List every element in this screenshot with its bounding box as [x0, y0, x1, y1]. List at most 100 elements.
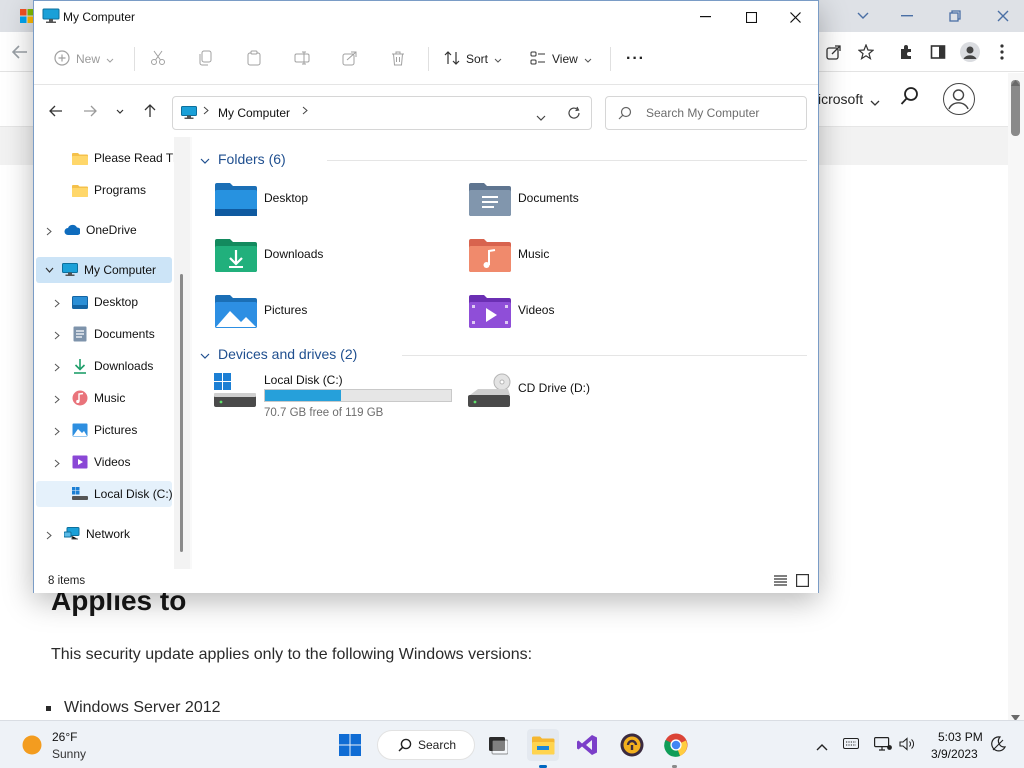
paste-button[interactable] [246, 47, 262, 71]
view-button[interactable]: View [530, 47, 592, 71]
expand-chevron-icon[interactable] [50, 424, 64, 438]
drive-tile-cd-drive[interactable]: CD Drive (D:) [468, 373, 668, 423]
nav-item-videos[interactable]: Videos [72, 449, 174, 475]
weather-sun-icon[interactable] [22, 735, 42, 758]
more-options-button[interactable]: ··· [626, 47, 645, 71]
nav-item-label: Videos [94, 455, 131, 469]
address-bar[interactable]: My Computer [172, 96, 592, 130]
collapse-chevron-icon[interactable] [42, 263, 56, 277]
folders-group-label: Folders (6) [218, 151, 286, 167]
nav-item-onedrive[interactable]: OneDrive [62, 217, 174, 243]
forward-arrow-icon[interactable] [80, 101, 100, 121]
expand-chevron-icon[interactable] [50, 456, 64, 470]
delete-button[interactable] [390, 47, 406, 71]
weather-temperature[interactable]: 26°F [52, 730, 77, 744]
expand-chevron-icon[interactable] [42, 224, 56, 238]
cut-button[interactable] [150, 47, 166, 71]
browser-minimize-button[interactable] [882, 0, 932, 32]
nav-item-network[interactable]: Network [62, 521, 174, 547]
minimize-button[interactable] [682, 1, 728, 33]
nav-item-downloads[interactable]: Downloads [72, 353, 174, 379]
rename-button[interactable] [294, 47, 310, 71]
taskbar-search-button[interactable]: Search [377, 730, 475, 760]
visual-studio-icon[interactable] [571, 729, 603, 761]
keyboard-icon[interactable] [843, 738, 859, 752]
breadcrumb-my-computer[interactable]: My Computer [218, 106, 290, 120]
folder-tile-downloads[interactable]: Downloads [214, 237, 454, 281]
bookmark-star-icon[interactable] [854, 40, 878, 64]
expand-chevron-icon[interactable] [50, 360, 64, 374]
nav-scrollbar[interactable] [174, 137, 190, 569]
expand-chevron-icon[interactable] [50, 296, 64, 310]
close-button[interactable] [772, 1, 818, 33]
folder-tile-music[interactable]: Music [468, 237, 708, 281]
back-arrow-icon[interactable] [46, 101, 66, 121]
recent-locations-chevron-icon[interactable] [110, 101, 130, 121]
share-button[interactable] [342, 47, 358, 71]
folder-tile-pictures[interactable]: Pictures [214, 293, 454, 337]
expand-chevron-icon[interactable] [42, 528, 56, 542]
nav-item-desktop[interactable]: Desktop [72, 289, 174, 315]
drive-tile-local-disk[interactable]: Local Disk (C:) 70.7 GB free of 119 GB [214, 373, 454, 423]
clock-date[interactable]: 3/9/2023 [931, 747, 978, 761]
nav-item-programs[interactable]: Programs [72, 177, 174, 203]
up-arrow-icon[interactable] [140, 101, 160, 121]
show-hidden-icons-chevron-icon[interactable] [816, 740, 828, 754]
tab-search-chevron-icon[interactable] [838, 0, 888, 32]
expand-chevron-icon[interactable] [50, 392, 64, 406]
sort-button[interactable]: Sort [444, 47, 502, 71]
nav-item-please-read-this[interactable]: Please Read This [72, 145, 174, 171]
vpn-app-icon[interactable] [616, 729, 648, 761]
folder-tile-documents[interactable]: Documents [468, 181, 708, 225]
folder-tile-videos[interactable]: Videos [468, 293, 708, 337]
volume-speaker-icon[interactable] [899, 737, 915, 754]
browser-restore-button[interactable] [930, 0, 980, 32]
nav-item-music[interactable]: Music [72, 385, 174, 411]
profile-avatar-icon[interactable] [958, 40, 982, 64]
nav-item-pictures[interactable]: Pictures [72, 417, 174, 443]
search-input[interactable]: Search My Computer [605, 96, 807, 130]
folders-group-header[interactable]: Folders (6) [200, 151, 286, 167]
page-scrollbar[interactable] [1008, 73, 1024, 720]
extensions-puzzle-icon[interactable] [894, 40, 918, 64]
browser-menu-icon[interactable] [990, 40, 1014, 64]
breadcrumb-chevron-icon[interactable] [302, 106, 308, 118]
site-brand-text[interactable]: icrosoft [818, 91, 863, 107]
refresh-icon[interactable] [567, 106, 581, 123]
scroll-up-arrow-icon[interactable] [1011, 75, 1020, 89]
site-brand-chevron-icon[interactable] [870, 96, 880, 110]
folder-tile-desktop[interactable]: Desktop [214, 181, 454, 225]
nav-item-documents[interactable]: Documents [72, 321, 174, 347]
copy-button[interactable] [198, 47, 214, 71]
new-button[interactable]: New [54, 47, 114, 71]
notification-moon-icon[interactable] [990, 736, 1007, 755]
large-icons-view-icon[interactable] [796, 574, 810, 590]
start-windows-icon[interactable] [334, 729, 366, 761]
file-explorer-taskbar-icon[interactable] [527, 729, 559, 761]
search-placeholder: Search My Computer [646, 106, 760, 120]
share-icon[interactable] [822, 40, 846, 64]
weather-description[interactable]: Sunny [52, 747, 86, 761]
site-account-icon[interactable] [943, 83, 975, 115]
breadcrumb-chevron-icon[interactable] [203, 106, 209, 118]
drives-group-header[interactable]: Devices and drives (2) [200, 346, 357, 362]
address-dropdown-chevron-icon[interactable] [536, 110, 546, 124]
nav-item-label: My Computer [84, 263, 157, 277]
browser-close-button[interactable] [978, 0, 1024, 32]
nav-item-my-computer[interactable]: My Computer [36, 257, 172, 283]
nav-item-local-disk[interactable]: Local Disk (C:) [36, 481, 172, 507]
nav-scrollbar-thumb[interactable] [180, 274, 183, 552]
details-view-icon[interactable] [774, 575, 787, 589]
copy-icon [198, 50, 214, 69]
browser-back-icon[interactable] [8, 40, 32, 64]
chrome-icon[interactable] [660, 729, 692, 761]
expand-chevron-icon[interactable] [50, 328, 64, 342]
task-view-icon[interactable] [481, 729, 513, 761]
site-search-icon[interactable] [900, 86, 924, 110]
side-panel-icon[interactable] [926, 40, 950, 64]
clock-time[interactable]: 5:03 PM [938, 730, 983, 744]
explorer-titlebar[interactable]: My Computer [34, 1, 818, 33]
maximize-button[interactable] [728, 1, 774, 33]
cut-scissors-icon [150, 50, 166, 69]
network-status-icon[interactable] [874, 737, 892, 754]
